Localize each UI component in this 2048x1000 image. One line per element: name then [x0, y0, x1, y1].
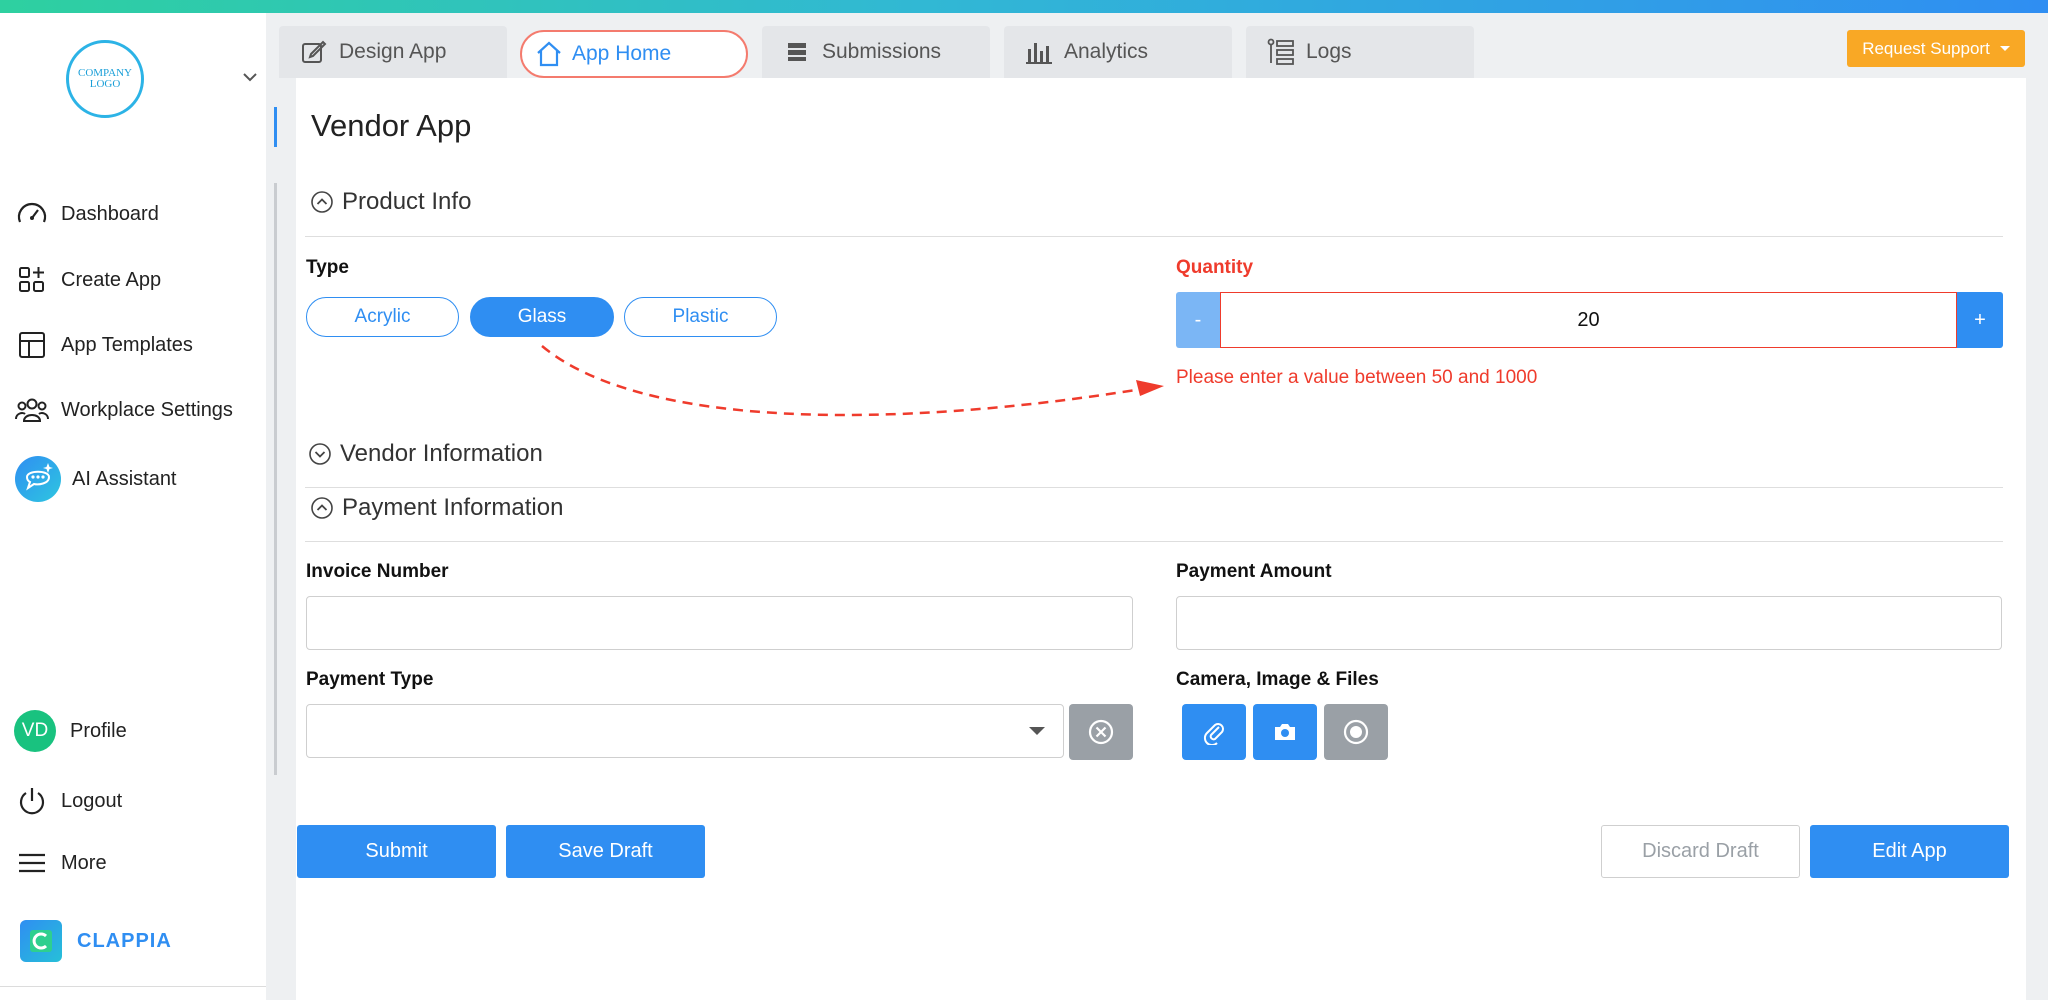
section-title: Product Info	[342, 188, 472, 215]
request-support-button[interactable]: Request Support	[1847, 30, 2025, 67]
avatar: VD	[14, 710, 56, 752]
chevron-up-circle-icon	[311, 497, 333, 519]
sidebar-item-label: App Templates	[61, 333, 193, 356]
divider	[305, 236, 2003, 237]
edit-app-button[interactable]: Edit App	[1810, 825, 2009, 878]
scrollbar[interactable]	[274, 183, 277, 775]
attach-file-button[interactable]	[1182, 704, 1246, 760]
sidebar-item-label: Logout	[61, 789, 123, 812]
dashboard-gauge-icon	[14, 196, 50, 232]
sidebar-item-label: Profile	[70, 719, 127, 742]
quantity-label: Quantity	[1176, 257, 1254, 278]
bar-chart-icon	[1024, 37, 1054, 67]
tab-label: Design App	[339, 40, 447, 63]
tab-label: Submissions	[822, 40, 942, 63]
brand: CLAPPIA	[20, 920, 172, 962]
divider	[305, 487, 2003, 488]
section-title: Vendor Information	[340, 440, 543, 467]
quantity-decrement-button[interactable]: -	[1176, 292, 1220, 348]
sidebar-item-create-app[interactable]: Create App	[14, 260, 161, 300]
chevron-down-icon[interactable]	[241, 70, 259, 84]
caret-down-icon	[1999, 46, 2010, 51]
payment-amount-label: Payment Amount	[1176, 561, 1332, 582]
payment-type-label: Payment Type	[306, 669, 434, 690]
sidebar-item-logout[interactable]: Logout	[14, 781, 122, 821]
top-gradient-bar	[0, 0, 2048, 13]
payment-type-select[interactable]	[306, 704, 1064, 758]
clear-selection-button[interactable]	[1069, 704, 1133, 760]
section-product-info[interactable]: Product Info	[310, 188, 471, 216]
tab-analytics[interactable]: Analytics	[1004, 26, 1232, 78]
clappia-logo-icon	[20, 920, 62, 962]
type-label: Type	[306, 257, 349, 278]
camera-button[interactable]	[1253, 704, 1317, 760]
annotation-arrow	[541, 345, 1164, 417]
request-support-label: Request Support	[1862, 38, 1990, 58]
divider	[305, 541, 2003, 542]
sidebar-item-label: More	[61, 851, 107, 874]
page-title: Vendor App	[311, 108, 472, 143]
sidebar-item-dashboard[interactable]: Dashboard	[14, 194, 159, 234]
sidebar-item-label: AI Assistant	[72, 467, 177, 490]
discard-draft-button[interactable]: Discard Draft	[1601, 825, 1800, 878]
sidebar: COMPANY LOGO Dashboard Create App App Te…	[0, 13, 266, 1000]
section-payment-information[interactable]: Payment Information	[310, 494, 563, 522]
tab-label: App Home	[572, 42, 672, 65]
divider	[0, 986, 266, 987]
company-logo[interactable]: COMPANY LOGO	[66, 40, 144, 118]
create-app-grid-icon	[14, 262, 50, 298]
tab-design-app[interactable]: Design App	[279, 26, 507, 78]
sidebar-item-workplace-settings[interactable]: Workplace Settings	[14, 390, 233, 430]
quantity-increment-button[interactable]: +	[1957, 292, 2003, 348]
tab-app-home[interactable]: App Home	[520, 30, 748, 78]
invoice-number-label: Invoice Number	[306, 561, 449, 582]
type-option-plastic[interactable]: Plastic	[624, 297, 777, 337]
brand-name: CLAPPIA	[77, 929, 172, 952]
sidebar-item-label: Dashboard	[61, 202, 159, 225]
users-group-icon	[14, 392, 50, 428]
home-icon	[534, 39, 564, 69]
sidebar-item-profile[interactable]: VD Profile	[14, 710, 127, 752]
type-option-acrylic[interactable]: Acrylic	[306, 297, 459, 337]
hamburger-menu-icon	[14, 845, 50, 881]
sidebar-item-label: Workplace Settings	[61, 398, 233, 421]
list-icon	[782, 37, 812, 67]
quantity-error-message: Please enter a value between 50 and 1000	[1176, 367, 1538, 388]
section-vendor-information[interactable]: Vendor Information	[308, 440, 543, 468]
quantity-stepper[interactable]	[1220, 292, 1957, 348]
paperclip-icon	[1203, 723, 1224, 745]
record-button[interactable]	[1324, 704, 1388, 760]
ai-chat-icon	[14, 455, 62, 503]
logs-icon	[1266, 37, 1296, 67]
camera-icon	[1275, 724, 1295, 740]
record-icon	[1343, 719, 1369, 745]
clear-circle-icon	[1088, 719, 1114, 745]
chevron-down-circle-icon	[309, 443, 331, 465]
edit-icon	[299, 37, 329, 67]
templates-layout-icon	[14, 327, 50, 363]
type-option-glass[interactable]: Glass	[470, 297, 614, 337]
sidebar-item-ai-assistant[interactable]: AI Assistant	[14, 456, 177, 502]
sidebar-item-label: Create App	[61, 268, 162, 291]
invoice-number-field[interactable]	[306, 596, 1133, 650]
sidebar-item-app-templates[interactable]: App Templates	[14, 325, 193, 365]
power-icon	[14, 783, 50, 819]
sidebar-active-indicator	[274, 107, 277, 147]
section-title: Payment Information	[342, 494, 564, 521]
company-logo-text: COMPANY LOGO	[77, 67, 132, 90]
submit-button[interactable]: Submit	[297, 825, 496, 878]
media-label: Camera, Image & Files	[1176, 669, 1379, 690]
tab-logs[interactable]: Logs	[1246, 26, 1474, 78]
chevron-up-circle-icon	[311, 191, 333, 213]
payment-amount-field[interactable]	[1176, 596, 2002, 650]
caret-down-icon	[1029, 727, 1045, 735]
tab-label: Analytics	[1064, 40, 1149, 63]
sidebar-item-more[interactable]: More	[14, 843, 107, 883]
tab-label: Logs	[1306, 40, 1352, 63]
save-draft-button[interactable]: Save Draft	[506, 825, 705, 878]
tab-submissions[interactable]: Submissions	[762, 26, 990, 78]
